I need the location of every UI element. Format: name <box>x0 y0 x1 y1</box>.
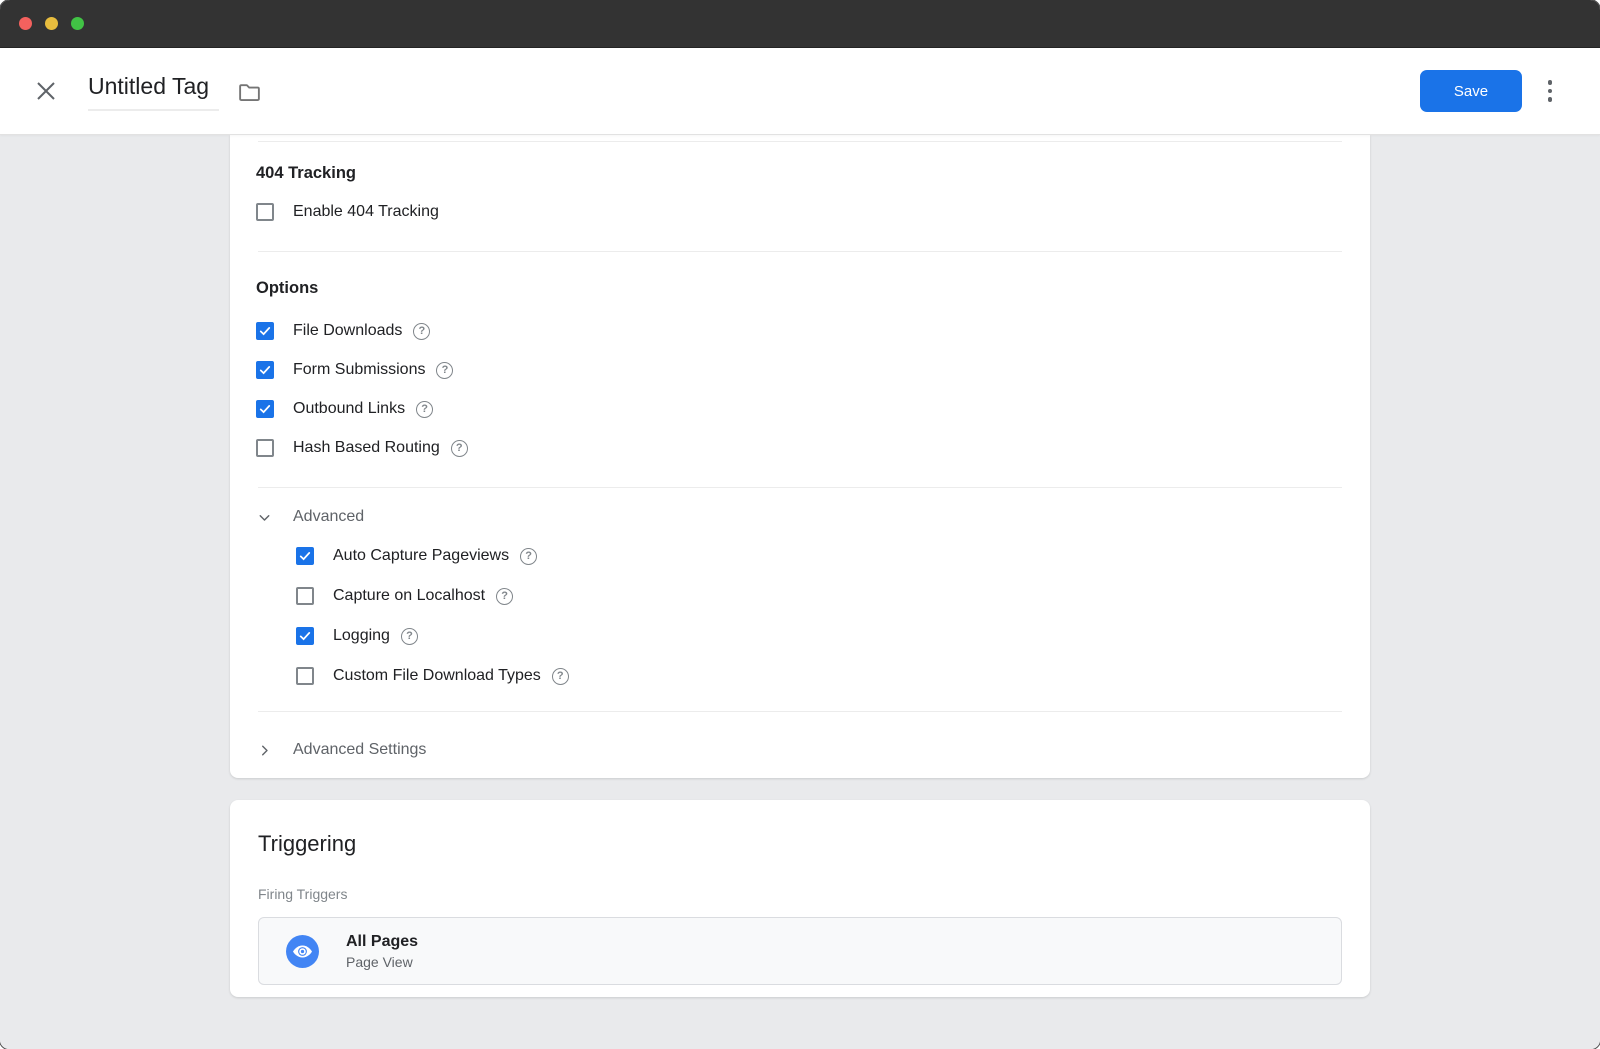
divider <box>258 487 1342 488</box>
checkbox-custom-file-download-types[interactable] <box>296 667 314 685</box>
zoom-window-button[interactable] <box>71 17 84 30</box>
chevron-down-icon <box>256 509 273 526</box>
checkbox-row-logging[interactable]: Logging ? <box>296 626 1370 646</box>
checkbox-label: Enable 404 Tracking <box>293 203 439 221</box>
divider <box>258 711 1342 712</box>
help-icon[interactable]: ? <box>496 588 513 605</box>
help-icon[interactable]: ? <box>413 323 430 340</box>
checkbox-row-outbound-links[interactable]: Outbound Links ? <box>256 399 1370 419</box>
close-window-button[interactable] <box>19 17 32 30</box>
checkbox-row-enable-404[interactable]: Enable 404 Tracking <box>256 202 1370 222</box>
save-button[interactable]: Save <box>1420 70 1522 112</box>
checkbox-hash-based-routing[interactable] <box>256 439 274 457</box>
firing-triggers-label: Firing Triggers <box>258 886 1342 902</box>
help-icon[interactable]: ? <box>520 548 537 565</box>
checkbox-label: Form Submissions <box>293 361 425 379</box>
tag-configuration-card: 404 Tracking Enable 404 Tracking Options… <box>230 135 1370 778</box>
trigger-type: Page View <box>346 954 418 971</box>
checkbox-label: Hash Based Routing <box>293 439 440 457</box>
advanced-settings-expander[interactable]: Advanced Settings <box>256 739 1370 761</box>
trigger-name: All Pages <box>346 932 418 951</box>
advanced-expander[interactable]: Advanced <box>256 506 1370 528</box>
checkbox-label: Custom File Download Types <box>333 667 541 685</box>
tag-name-input[interactable]: Untitled Tag <box>88 72 219 111</box>
advanced-settings-label: Advanced Settings <box>293 741 426 759</box>
checkbox-form-submissions[interactable] <box>256 361 274 379</box>
checkbox-row-hash-based-routing[interactable]: Hash Based Routing ? <box>256 438 1370 458</box>
minimize-window-button[interactable] <box>45 17 58 30</box>
folder-icon[interactable] <box>237 80 262 105</box>
triggering-card: Triggering Firing Triggers All Pages Pag… <box>230 800 1370 997</box>
checkbox-label: Outbound Links <box>293 400 405 418</box>
pageview-eye-icon <box>286 935 319 968</box>
help-icon[interactable]: ? <box>436 362 453 379</box>
help-icon[interactable]: ? <box>416 401 433 418</box>
checkbox-label: File Downloads <box>293 322 402 340</box>
checkbox-outbound-links[interactable] <box>256 400 274 418</box>
checkbox-row-custom-file-download-types[interactable]: Custom File Download Types ? <box>296 666 1370 686</box>
trigger-text: All Pages Page View <box>346 932 418 971</box>
help-icon[interactable]: ? <box>552 668 569 685</box>
checkbox-row-auto-capture-pageviews[interactable]: Auto Capture Pageviews ? <box>296 546 1370 566</box>
checkbox-capture-on-localhost[interactable] <box>296 587 314 605</box>
divider <box>258 251 1342 252</box>
help-icon[interactable]: ? <box>451 440 468 457</box>
checkbox-file-downloads[interactable] <box>256 322 274 340</box>
chevron-right-icon <box>256 742 273 759</box>
more-options-kebab-icon[interactable] <box>1538 77 1562 105</box>
content-area: 404 Tracking Enable 404 Tracking Options… <box>0 135 1600 1049</box>
checkbox-row-capture-on-localhost[interactable]: Capture on Localhost ? <box>296 586 1370 606</box>
trigger-row-all-pages[interactable]: All Pages Page View <box>258 917 1342 985</box>
checkbox-logging[interactable] <box>296 627 314 645</box>
checkbox-label: Auto Capture Pageviews <box>333 547 509 565</box>
checkbox-label: Logging <box>333 627 390 645</box>
advanced-label: Advanced <box>293 508 364 526</box>
divider <box>258 141 1342 142</box>
tag-name-field-wrap: Untitled Tag <box>88 72 262 111</box>
checkbox-row-file-downloads[interactable]: File Downloads ? <box>256 321 1370 341</box>
checkbox-row-form-submissions[interactable]: Form Submissions ? <box>256 360 1370 380</box>
checkbox-enable-404[interactable] <box>256 203 274 221</box>
triggering-heading: Triggering <box>258 831 1342 857</box>
app-window: Untitled Tag Save 404 Tracking Enable 40… <box>0 0 1600 1049</box>
checkbox-auto-capture-pageviews[interactable] <box>296 547 314 565</box>
checkbox-label: Capture on Localhost <box>333 587 485 605</box>
titlebar <box>0 0 1600 48</box>
section-heading-404-tracking: 404 Tracking <box>256 163 1344 183</box>
close-icon[interactable] <box>34 79 58 103</box>
help-icon[interactable]: ? <box>401 628 418 645</box>
section-heading-options: Options <box>256 278 1344 298</box>
tag-editor-header: Untitled Tag Save <box>0 48 1600 135</box>
